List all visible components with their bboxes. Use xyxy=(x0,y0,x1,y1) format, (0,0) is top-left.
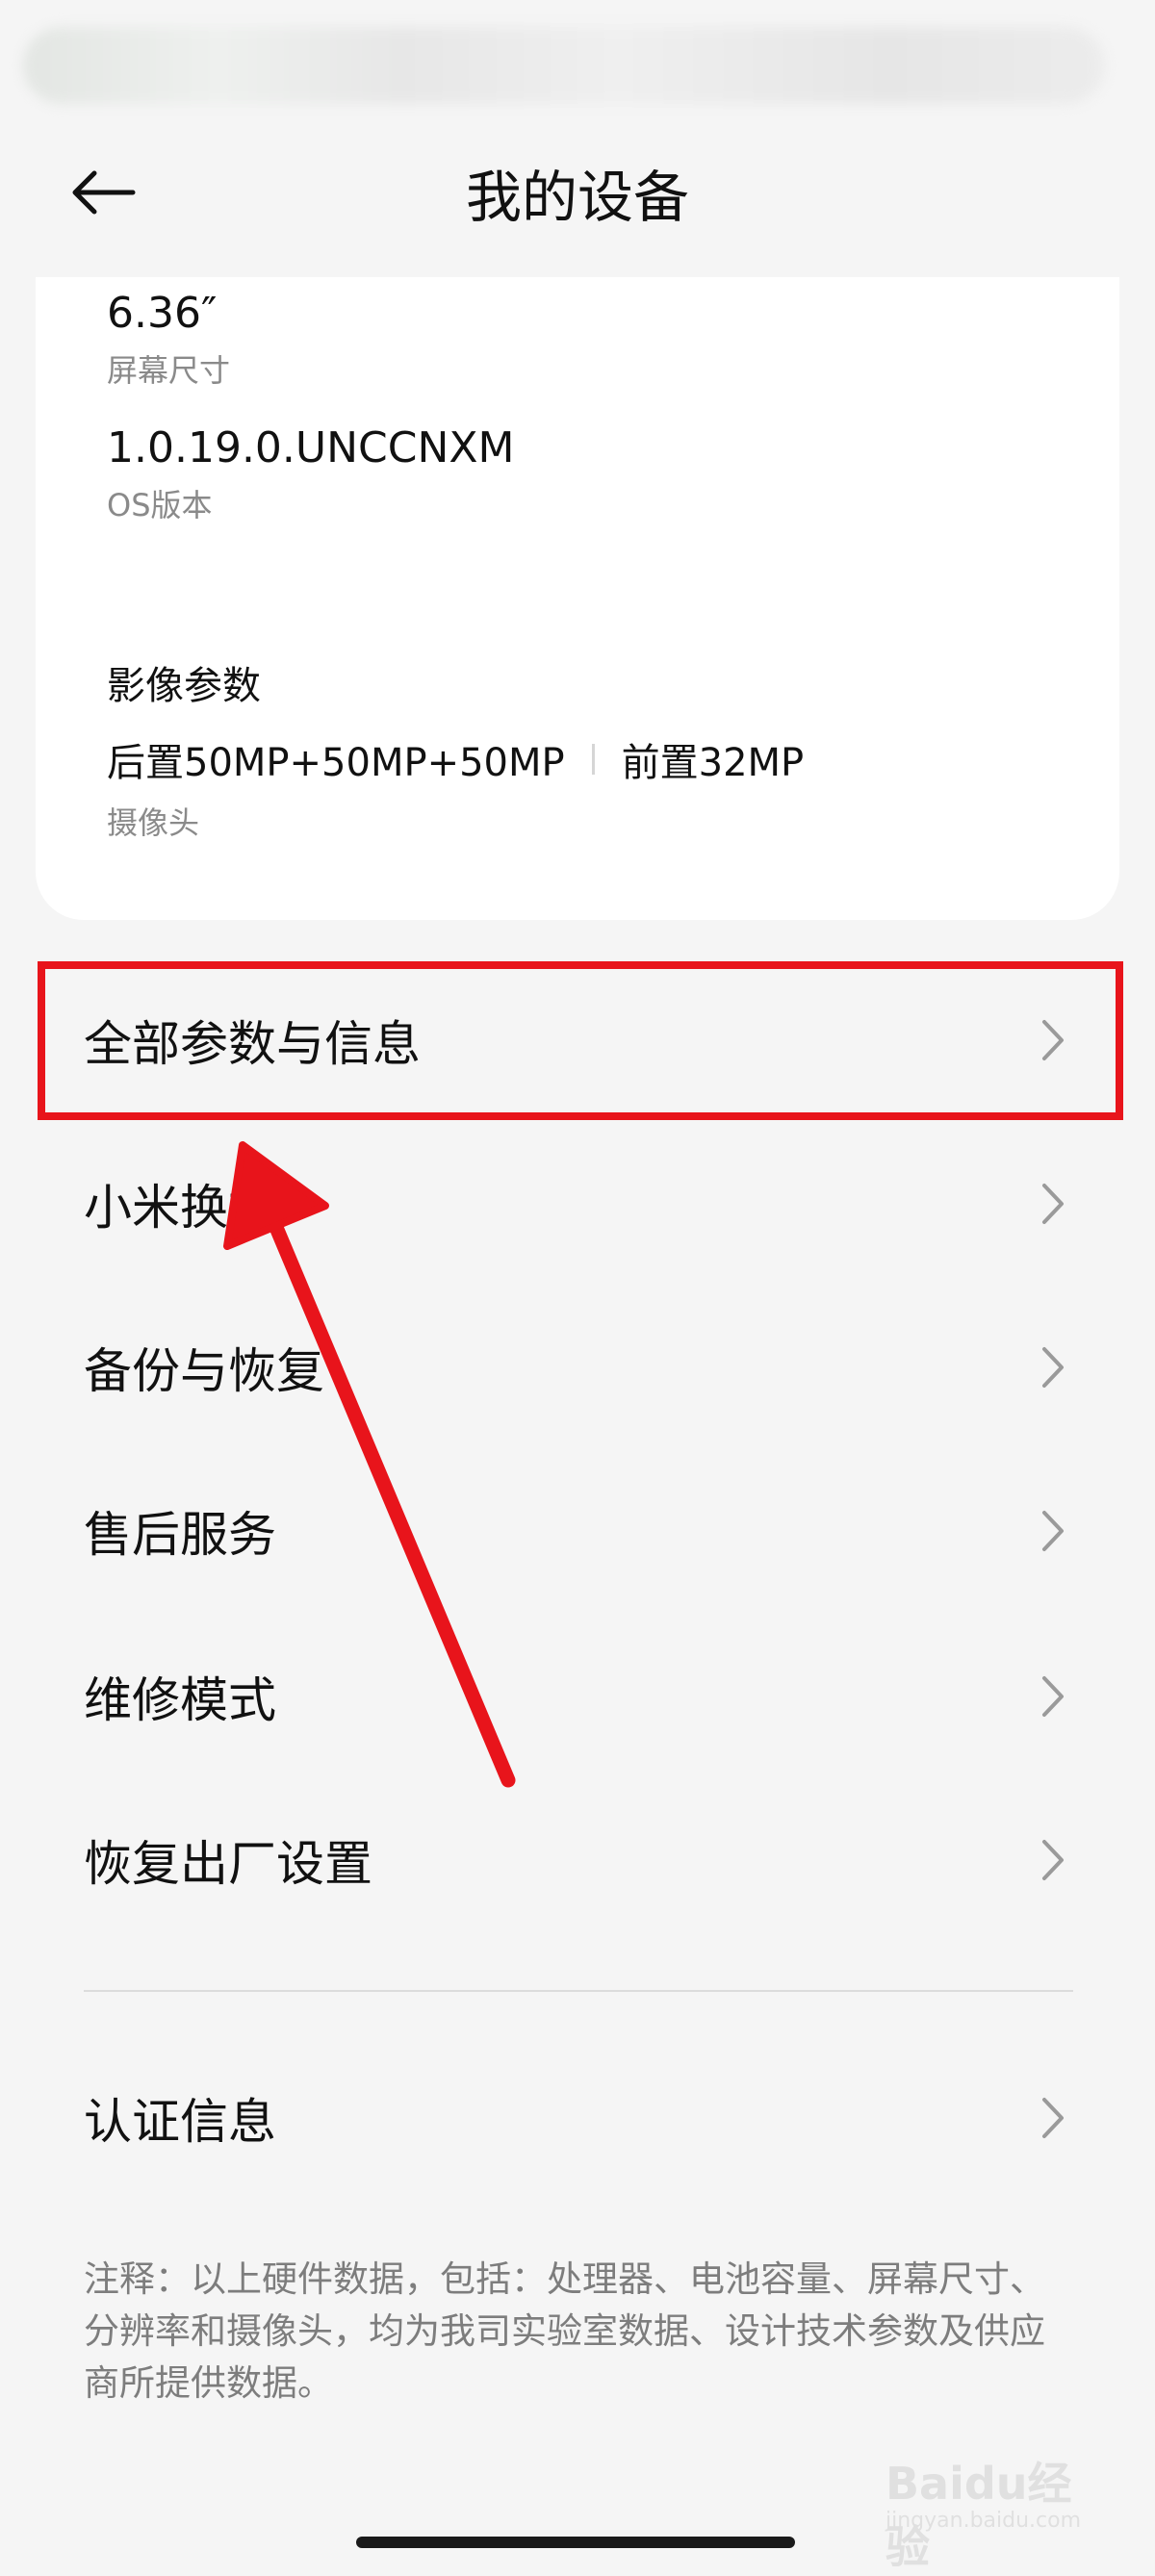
menu-item-after-sales[interactable]: 售后服务 xyxy=(0,1459,1155,1603)
camera-label: 摄像头 xyxy=(107,804,200,841)
home-indicator[interactable] xyxy=(356,2537,795,2548)
watermark-url: jingyan.baidu.com xyxy=(886,2509,1082,2533)
menu-item-backup-restore[interactable]: 备份与恢复 xyxy=(0,1295,1155,1440)
menu-item-label: 备份与恢复 xyxy=(84,1343,324,1399)
menu-item-label: 维修模式 xyxy=(84,1672,276,1728)
os-version-label: OS版本 xyxy=(107,487,213,523)
status-bar xyxy=(23,27,1105,104)
chevron-right-icon xyxy=(1041,1672,1070,1721)
baidu-watermark: Baidu经验 jingyan.baidu.com xyxy=(886,2449,1107,2573)
menu-item-factory-reset[interactable]: 恢复出厂设置 xyxy=(0,1788,1155,1932)
watermark-logo: Baidu经验 xyxy=(886,2458,1072,2573)
section-divider xyxy=(84,1990,1073,1992)
screen-size-label: 屏幕尺寸 xyxy=(107,352,231,389)
menu-item-certification[interactable]: 认证信息 xyxy=(0,2046,1155,2190)
imaging-params-title: 影像参数 xyxy=(107,664,261,708)
menu-item-label: 认证信息 xyxy=(84,2094,276,2150)
menu-item-xiaomi-transfer[interactable]: 小米换机 xyxy=(0,1132,1155,1276)
menu-item-repair-mode[interactable]: 维修模式 xyxy=(0,1624,1155,1769)
rear-camera-value: 后置50MP+50MP+50MP xyxy=(107,741,565,785)
chevron-right-icon xyxy=(1041,1836,1070,1884)
os-version-value: 1.0.19.0.UNCCNXM xyxy=(107,423,515,472)
camera-separator xyxy=(591,744,595,775)
camera-spec-line: 后置50MP+50MP+50MP 前置32MP xyxy=(107,731,804,787)
front-camera-value: 前置32MP xyxy=(621,741,805,785)
menu-item-label: 恢复出厂设置 xyxy=(84,1836,372,1892)
chevron-right-icon xyxy=(1041,1016,1070,1064)
menu-item-label: 小米换机 xyxy=(84,1180,276,1236)
back-button[interactable] xyxy=(69,154,166,231)
chevron-right-icon xyxy=(1041,2094,1070,2142)
menu-item-label: 全部参数与信息 xyxy=(84,1016,421,1072)
top-bar: 我的设备 xyxy=(0,135,1155,250)
device-spec-card: 6.36″ 屏幕尺寸 1.0.19.0.UNCCNXM OS版本 影像参数 后置… xyxy=(36,277,1119,920)
chevron-right-icon xyxy=(1041,1180,1070,1228)
hardware-footnote: 注释：以上硬件数据，包括：处理器、电池容量、屏幕尺寸、分辨率和摄像头，均为我司实… xyxy=(84,2258,1045,2404)
screen-size-value: 6.36″ xyxy=(107,289,218,338)
chevron-right-icon xyxy=(1041,1507,1070,1555)
chevron-right-icon xyxy=(1041,1343,1070,1391)
page-title: 我的设备 xyxy=(465,165,689,230)
menu-item-all-specs[interactable]: 全部参数与信息 xyxy=(0,968,1155,1112)
arrow-left-icon xyxy=(72,170,136,215)
menu-item-label: 售后服务 xyxy=(84,1507,276,1563)
